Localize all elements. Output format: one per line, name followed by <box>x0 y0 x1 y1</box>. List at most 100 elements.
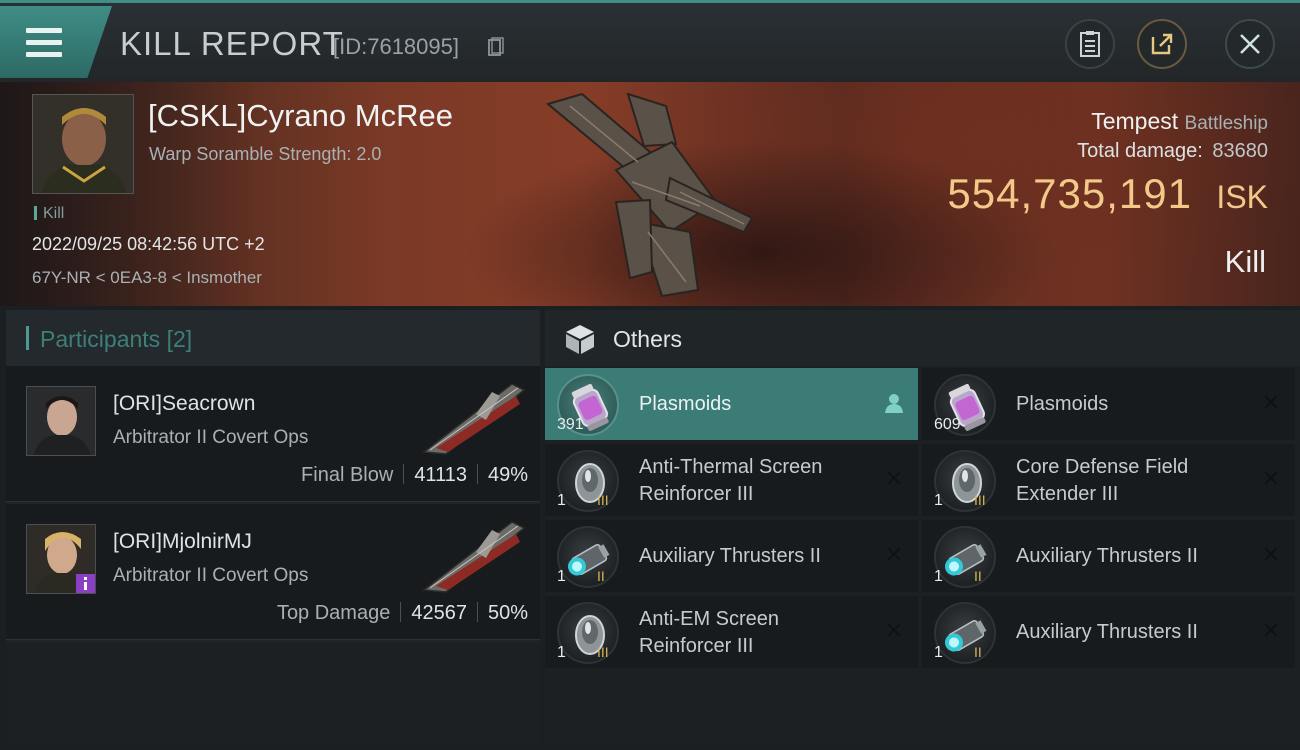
others-title: Others <box>613 326 683 352</box>
item-cell[interactable]: 1 II Auxiliary Thrusters II ✕ <box>545 520 918 592</box>
item-cell[interactable]: 609 Plasmoids ✕ <box>922 368 1295 440</box>
item-name: Anti-Thermal Screen Reinforcer III <box>639 454 822 508</box>
item-cell[interactable]: 1 III Anti-EM Screen Reinforcer III ✕ <box>545 596 918 668</box>
total-damage-label: Total damage: <box>1077 140 1203 162</box>
item-icon <box>934 526 996 588</box>
item-name: Auxiliary Thrusters II <box>639 543 821 570</box>
item-meta-level: II <box>974 568 982 584</box>
close-icon <box>1240 34 1260 54</box>
shield-module-icon <box>952 463 982 503</box>
item-cell[interactable]: 391 Plasmoids <box>545 368 918 440</box>
item-icon <box>557 526 619 588</box>
item-quantity: 1 <box>934 568 943 585</box>
damage-value: 41113 <box>414 464 467 486</box>
kill-result: Kill <box>1224 244 1266 279</box>
item-cell[interactable]: 1 III Core Defense Field Extender III ✕ <box>922 444 1295 516</box>
damage-percent: 49% <box>487 464 528 486</box>
item-cell[interactable]: 1 II Auxiliary Thrusters II ✕ <box>922 520 1295 592</box>
avatar[interactable] <box>26 386 96 456</box>
participant-name[interactable]: [ORI]MjolnirMJ <box>113 530 252 554</box>
participant-row[interactable]: [ORI]Seacrown Arbitrator II Covert Ops F… <box>6 366 540 502</box>
participant-ship-image[interactable] <box>416 512 531 597</box>
close-icon[interactable]: ✕ <box>1261 544 1281 566</box>
ship-class: Battleship <box>1184 113 1268 134</box>
menu-button[interactable] <box>0 6 112 78</box>
thruster-icon <box>568 544 610 576</box>
hamburger-icon <box>26 28 62 64</box>
avatar[interactable] <box>26 524 96 594</box>
kill-timestamp: 2022/09/25 08:42:56 UTC +2 <box>32 234 265 254</box>
close-icon[interactable]: ✕ <box>884 544 904 566</box>
blow-label: Top Damage <box>276 602 391 624</box>
others-header: Others <box>545 310 1300 366</box>
item-meta-level: III <box>974 492 986 508</box>
ship-name: Tempest <box>1091 108 1179 134</box>
isk-value: 554,735,191 ISK <box>947 170 1268 218</box>
item-name-line: Extender III <box>1016 483 1119 505</box>
item-cell[interactable]: 1 III Anti-Thermal Screen Reinforcer III ✕ <box>545 444 918 516</box>
participants-title: Participants [2] <box>40 326 193 352</box>
item-icon <box>934 602 996 664</box>
participant-stats: Top Damage 42567 50% <box>277 602 528 625</box>
participant-ship: Arbitrator II Covert Ops <box>113 565 309 586</box>
copy-icon[interactable] <box>488 37 504 57</box>
item-quantity: 391 <box>557 416 584 433</box>
blow-label: Final Blow <box>301 464 394 486</box>
item-name: Auxiliary Thrusters II <box>1016 619 1198 646</box>
victim-subtitle: Warp Soramble Strength: 2.0 <box>149 144 382 164</box>
item-cell[interactable]: 1 II Auxiliary Thrusters II ✕ <box>922 596 1295 668</box>
item-name-line: Auxiliary Thrusters II <box>639 545 821 567</box>
damage-value: 42567 <box>411 602 467 624</box>
participants-empty-area <box>6 642 540 744</box>
item-name-line: Plasmoids <box>639 393 732 415</box>
participant-ship: Arbitrator II Covert Ops <box>113 427 309 448</box>
close-icon[interactable]: ✕ <box>1261 468 1281 490</box>
kill-tag: Kill <box>34 205 64 223</box>
item-quantity: 1 <box>934 644 943 661</box>
item-name-line: Reinforcer III <box>639 483 754 505</box>
participant-stats: Final Blow 41113 49% <box>301 464 528 487</box>
thruster-icon <box>945 620 987 652</box>
item-meta-level: III <box>597 644 609 660</box>
victim-banner: [CSKL]Cyrano McRee Warp Soramble Strengt… <box>0 82 1300 306</box>
person-icon[interactable] <box>884 392 904 414</box>
page-title: KILL REPORT <box>120 25 344 62</box>
item-icon <box>557 450 619 512</box>
item-name-line: Anti-EM Screen <box>639 608 780 630</box>
close-icon[interactable]: ✕ <box>1261 620 1281 642</box>
victim-portrait[interactable] <box>32 94 134 194</box>
report-id: [ID:7618095] <box>333 34 459 59</box>
cargo-box-icon <box>566 325 594 354</box>
item-name-line: Reinforcer III <box>639 635 754 657</box>
item-quantity: 609 <box>934 416 961 433</box>
isk-amount: 554,735,191 <box>947 170 1192 217</box>
share-button[interactable] <box>1137 19 1187 69</box>
item-icon <box>934 450 996 512</box>
kill-location[interactable]: 67Y-NR < 0EA3-8 < Insmother <box>32 268 262 288</box>
close-icon[interactable]: ✕ <box>884 468 904 490</box>
total-damage: Total damage: 83680 <box>1077 140 1268 163</box>
damage-percent: 50% <box>487 602 528 624</box>
participant-row[interactable]: [ORI]MjolnirMJ Arbitrator II Covert Ops … <box>6 504 540 640</box>
item-name-line: Core Defense Field <box>1016 456 1189 478</box>
participant-name[interactable]: [ORI]Seacrown <box>113 392 255 416</box>
item-name: Plasmoids <box>1016 391 1108 418</box>
victim-ship-image[interactable] <box>520 82 780 306</box>
item-name: Auxiliary Thrusters II <box>1016 543 1198 570</box>
item-quantity: 1 <box>934 492 943 509</box>
item-name: Plasmoids <box>639 391 731 418</box>
clipboard-button[interactable] <box>1065 19 1115 69</box>
item-quantity: 1 <box>557 644 566 661</box>
others-panel: Others 391 Plasmoids 609 Plasmoids ✕ 1 III Anti… <box>545 310 1300 744</box>
item-name-line: Plasmoids <box>1016 393 1109 415</box>
item-meta-level: III <box>597 492 609 508</box>
close-button[interactable] <box>1225 19 1275 69</box>
participant-ship-image[interactable] <box>416 374 531 459</box>
victim-name[interactable]: [CSKL]Cyrano McRee <box>148 98 453 134</box>
item-name: Core Defense Field Extender III <box>1016 454 1188 508</box>
close-icon[interactable]: ✕ <box>1261 392 1281 414</box>
victim-ship[interactable]: Tempest Battleship <box>1091 108 1268 135</box>
share-icon <box>1151 33 1173 55</box>
close-icon[interactable]: ✕ <box>884 620 904 642</box>
title-bar: KILL REPORT [ID:7618095] <box>0 0 1300 82</box>
